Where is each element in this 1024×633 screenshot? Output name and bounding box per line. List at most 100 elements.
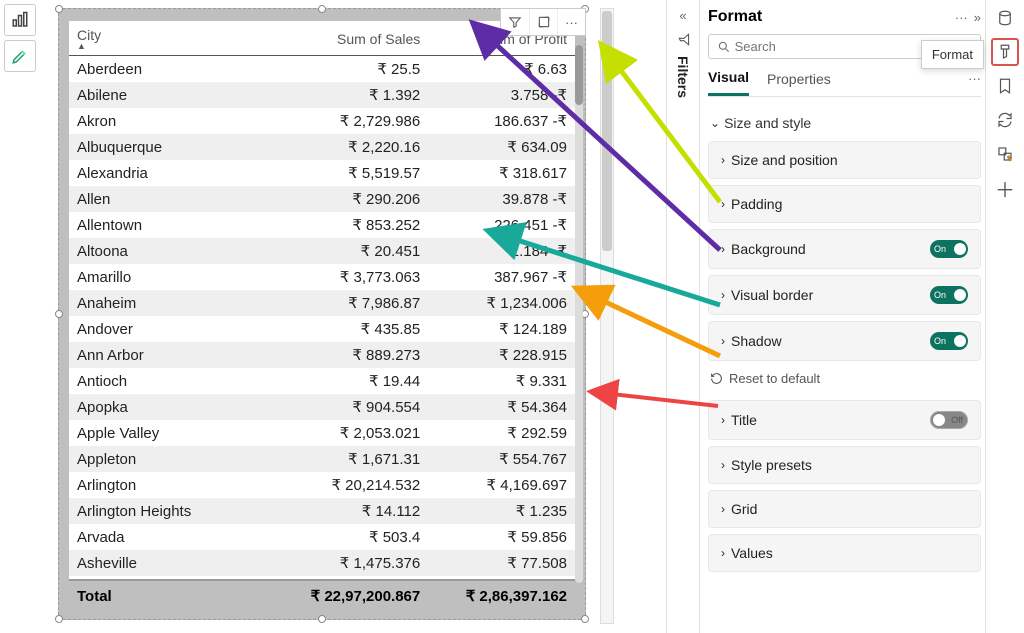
cell-profit: 226.451 -₹ (428, 212, 575, 238)
cell-city: Apopka (69, 394, 282, 420)
col-sales[interactable]: Sum of Sales (282, 21, 429, 56)
cell-city: Aberdeen (69, 56, 282, 82)
cell-sales: ₹ 503.4 (282, 524, 429, 550)
focus-mode-icon[interactable] (529, 9, 557, 35)
col-city[interactable]: City ▲ (69, 21, 282, 56)
table-row[interactable]: Anaheim₹ 7,986.87₹ 1,234.006 (69, 290, 575, 316)
table-row[interactable]: Alexandria₹ 5,519.57₹ 318.617 (69, 160, 575, 186)
cell-sales: ₹ 5,519.57 (282, 160, 429, 186)
cell-sales: ₹ 1.392 (282, 82, 429, 108)
resize-handle[interactable] (55, 5, 63, 13)
toggle-background[interactable]: On (930, 240, 968, 258)
filters-label[interactable]: Filters (675, 56, 691, 98)
search-icon (717, 40, 731, 54)
resize-handle[interactable] (55, 615, 63, 623)
cell-city: Arlington (69, 472, 282, 498)
table-row[interactable]: Altoona₹ 20.4511.184 -₹ (69, 238, 575, 264)
more-icon[interactable]: ··· (955, 10, 968, 25)
table-row[interactable]: Amarillo₹ 3,773.063387.967 -₹ (69, 264, 575, 290)
left-icon-rail (4, 4, 40, 72)
cell-profit: ₹ 124.189 (428, 316, 575, 342)
build-visual-icon[interactable] (4, 4, 36, 36)
format-pane: Format ··· » Visual Properties ··· ⌄ Siz… (700, 0, 986, 633)
cell-profit: ₹ 292.59 (428, 420, 575, 446)
group-size-and-style[interactable]: ⌄ Size and style (708, 109, 981, 137)
toggle-shadow[interactable]: On (930, 332, 968, 350)
cell-city: Arlington Heights (69, 498, 282, 524)
toggle-visual-border[interactable]: On (930, 286, 968, 304)
resize-handle[interactable] (318, 5, 326, 13)
resize-handle[interactable] (581, 615, 589, 623)
cell-sales: ₹ 853.252 (282, 212, 429, 238)
resize-handle[interactable] (55, 310, 63, 318)
chevron-right-icon: › (721, 288, 725, 302)
card-label: Visual border (731, 287, 813, 303)
table-scrollbar[interactable] (575, 45, 583, 583)
table-row[interactable]: Asheville₹ 1,475.376₹ 77.508 (69, 550, 575, 576)
cell-sales: ₹ 889.273 (282, 342, 429, 368)
table-row[interactable]: Apple Valley₹ 2,053.021₹ 292.59 (69, 420, 575, 446)
more-options-icon[interactable]: ··· (557, 9, 585, 35)
card-values[interactable]: ›Values (708, 534, 981, 572)
cell-sales: ₹ 904.554 (282, 394, 429, 420)
sync-icon[interactable] (991, 106, 1019, 134)
data-pane-icon[interactable] (991, 4, 1019, 32)
canvas-scrollbar[interactable] (600, 8, 614, 624)
table-row[interactable]: Andover₹ 435.85₹ 124.189 (69, 316, 575, 342)
table-row[interactable]: Arlington Heights₹ 14.112₹ 1.235 (69, 498, 575, 524)
table-visual[interactable]: ··· City ▲ Sum of Sales Sum of Profit Ab… (58, 8, 586, 620)
table-row[interactable]: Abilene₹ 1.3923.758 -₹ (69, 82, 575, 108)
card-label: Padding (731, 196, 782, 212)
tabs-more-icon[interactable]: ··· (968, 71, 981, 94)
table-row[interactable]: Aberdeen₹ 25.5₹ 6.63 (69, 56, 575, 82)
card-title[interactable]: ›Title Off (708, 400, 981, 440)
table-row[interactable]: Akron₹ 2,729.986186.637 -₹ (69, 108, 575, 134)
data-table: City ▲ Sum of Sales Sum of Profit Aberde… (69, 21, 575, 611)
cell-profit: 186.637 -₹ (428, 108, 575, 134)
add-icon[interactable]: ＋ (991, 174, 1019, 202)
card-size-and-position[interactable]: ›Size and position (708, 141, 981, 179)
selection-icon[interactable] (991, 140, 1019, 168)
card-style-presets[interactable]: ›Style presets (708, 446, 981, 484)
resize-handle[interactable] (318, 615, 326, 623)
filter-icon[interactable] (501, 9, 529, 35)
reset-icon (710, 372, 723, 385)
chevron-right-icon: › (721, 153, 725, 167)
card-label: Grid (731, 501, 757, 517)
card-padding[interactable]: ›Padding (708, 185, 981, 223)
expand-icon[interactable]: » (974, 10, 981, 25)
bookmark-icon[interactable] (991, 72, 1019, 100)
group-label: Size and style (724, 115, 811, 131)
table-row[interactable]: Antioch₹ 19.44₹ 9.331 (69, 368, 575, 394)
filter-icon[interactable] (675, 33, 692, 47)
tab-visual[interactable]: Visual (708, 69, 749, 96)
table-row[interactable]: Appleton₹ 1,671.31₹ 554.767 (69, 446, 575, 472)
table-row[interactable]: Arvada₹ 503.4₹ 59.856 (69, 524, 575, 550)
table-row[interactable]: Allen₹ 290.20639.878 -₹ (69, 186, 575, 212)
cell-profit: ₹ 1,234.006 (428, 290, 575, 316)
card-shadow[interactable]: ›Shadow On (708, 321, 981, 361)
table-row[interactable]: Albuquerque₹ 2,220.16₹ 634.09 (69, 134, 575, 160)
table-row[interactable]: Ann Arbor₹ 889.273₹ 228.915 (69, 342, 575, 368)
card-visual-border[interactable]: › Visual border On (708, 275, 981, 315)
reset-to-default[interactable]: Reset to default (708, 361, 981, 396)
card-background[interactable]: ›Background On (708, 229, 981, 269)
highlighter-icon[interactable] (4, 40, 36, 72)
cell-city: Appleton (69, 446, 282, 472)
table-row[interactable]: Apopka₹ 904.554₹ 54.364 (69, 394, 575, 420)
table-row[interactable]: Arlington₹ 20,214.532₹ 4,169.697 (69, 472, 575, 498)
total-profit: ₹ 2,86,397.162 (428, 580, 575, 611)
card-grid[interactable]: ›Grid (708, 490, 981, 528)
table-row[interactable]: Allentown₹ 853.252226.451 -₹ (69, 212, 575, 238)
cell-profit: ₹ 6.63 (428, 56, 575, 82)
card-label: Values (731, 545, 773, 561)
total-label: Total (69, 580, 282, 611)
cell-profit: ₹ 59.856 (428, 524, 575, 550)
filters-pane-collapsed: « Filters (666, 0, 700, 633)
tab-properties[interactable]: Properties (767, 71, 831, 95)
format-pane-icon[interactable] (991, 38, 1019, 66)
cell-city: Alexandria (69, 160, 282, 186)
collapse-icon[interactable]: « (679, 8, 686, 23)
cell-city: Apple Valley (69, 420, 282, 446)
toggle-title[interactable]: Off (930, 411, 968, 429)
